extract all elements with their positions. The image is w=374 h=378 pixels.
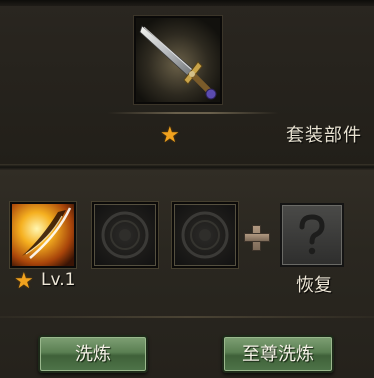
skill-star-icon: ★	[14, 269, 34, 294]
empty-slot-2[interactable]	[172, 202, 238, 268]
refine-button[interactable]: 洗炼	[38, 335, 148, 373]
top-border	[0, 0, 374, 6]
set-part-label: 套装部件	[286, 125, 362, 146]
skill-slot[interactable]	[10, 202, 76, 268]
restore-label: 恢复	[296, 275, 332, 296]
sword-icon	[136, 18, 220, 102]
restore-slot[interactable]	[280, 203, 344, 267]
item-divider	[108, 112, 278, 114]
empty-slot-1[interactable]	[92, 202, 158, 268]
item-star-icon: ★	[160, 123, 180, 148]
skill-level: Lv.1	[41, 270, 76, 290]
supreme-refine-button[interactable]: 至尊洗炼	[222, 335, 334, 373]
button-row-divider	[0, 316, 374, 318]
plus-icon	[241, 222, 271, 252]
slash-skill-icon	[12, 204, 74, 266]
empty-slot-emblem-icon	[181, 211, 229, 259]
equipment-item-slot[interactable]	[134, 16, 222, 104]
question-mark-icon	[299, 214, 325, 255]
empty-slot-emblem-icon	[101, 211, 149, 259]
